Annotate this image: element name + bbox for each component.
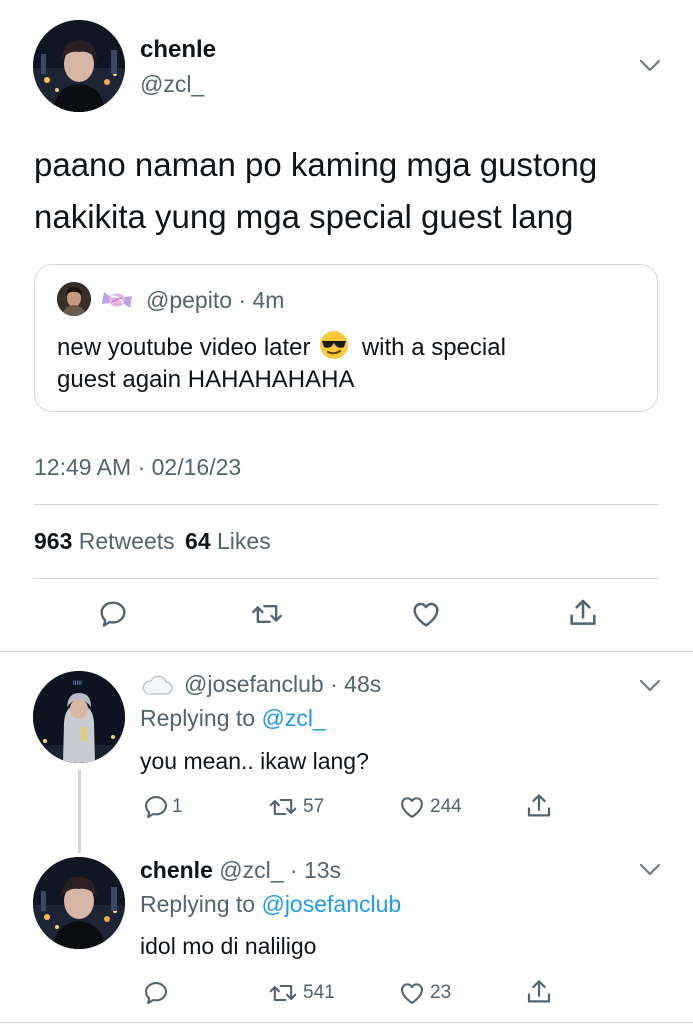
reply-meta: @josefanclub · 48s: [184, 671, 382, 697]
reply-like-count: 23: [430, 982, 452, 1004]
chevron-down-icon[interactable]: [638, 58, 662, 74]
divider: [34, 578, 659, 579]
author-display-name[interactable]: chenle: [140, 36, 216, 64]
divider: [0, 651, 693, 652]
quoted-time: 4m: [252, 287, 285, 313]
reply-handle[interactable]: @josefanclub: [184, 671, 324, 697]
quoted-meta: @pepito · 4m: [146, 287, 285, 313]
replying-to: Replying to @zcl_: [140, 705, 326, 732]
candy-icon: [100, 286, 134, 314]
quoted-text-part-2: with a special: [361, 334, 506, 361]
replying-to-label: Replying to: [140, 891, 256, 917]
reply-like-count: 244: [430, 796, 462, 818]
retweet-icon[interactable]: [267, 979, 299, 1007]
tweet-text-line-2: nakikita yung mga special guest lang: [34, 198, 574, 235]
replying-to-label: Replying to: [140, 705, 256, 731]
replying-to: Replying to @josefanclub: [140, 891, 401, 918]
reply-text: idol mo di naliligo: [140, 933, 317, 959]
like-count[interactable]: 64: [185, 528, 211, 554]
reply-action-like[interactable]: 23: [397, 979, 451, 1007]
avatar[interactable]: [33, 20, 125, 112]
reply-retweet-count: 57: [303, 796, 325, 818]
tweet-date: 02/16/23: [151, 454, 242, 480]
like-icon[interactable]: [397, 979, 427, 1007]
likes-label[interactable]: Likes: [217, 528, 271, 554]
retweets-label[interactable]: Retweets: [79, 528, 175, 554]
reply-action-reply[interactable]: 1: [142, 793, 183, 821]
chevron-down-icon[interactable]: [638, 862, 662, 878]
reply-retweet-count: 541: [303, 982, 335, 1004]
reply-icon[interactable]: [142, 793, 170, 821]
divider: [0, 1022, 693, 1023]
share-icon[interactable]: [566, 596, 600, 630]
reply-reply-count: 1: [172, 796, 183, 818]
reply-action-retweet[interactable]: 57: [267, 793, 324, 821]
share-icon[interactable]: [524, 791, 554, 821]
replying-to-handle[interactable]: @josefanclub: [261, 891, 401, 917]
share-icon[interactable]: [524, 977, 554, 1007]
reply-display-name[interactable]: chenle: [140, 857, 213, 883]
quoted-text-part-1: new youtube video later: [57, 334, 311, 361]
reply-text: you mean.. ikaw lang?: [140, 748, 369, 774]
author-handle[interactable]: @zcl_: [140, 71, 204, 98]
reply-author: chenle @zcl_ · 13s: [140, 857, 342, 883]
quoted-handle[interactable]: @pepito: [146, 287, 232, 313]
reply-time: 13s: [303, 857, 342, 883]
reply-avatar[interactable]: IIIII: [33, 671, 125, 763]
quoted-text-line-2: guest again HAHAHAHAHA: [57, 366, 355, 393]
svg-text:IIIII: IIIII: [73, 680, 82, 687]
retweet-icon[interactable]: [250, 598, 284, 630]
like-icon[interactable]: [397, 793, 427, 821]
retweet-icon[interactable]: [267, 793, 299, 821]
reply-action-reply[interactable]: [142, 979, 170, 1007]
replying-to-handle[interactable]: @zcl_: [261, 705, 325, 731]
chevron-down-icon[interactable]: [638, 678, 662, 694]
tweet-time: 12:49 AM: [34, 454, 132, 480]
quoted-avatar: [57, 282, 91, 316]
reply-action-retweet[interactable]: 541: [267, 979, 335, 1007]
reply-handle[interactable]: @zcl_: [219, 857, 283, 883]
reply-time: 48s: [344, 671, 382, 697]
reply-action-like[interactable]: 244: [397, 793, 462, 821]
reply-icon[interactable]: [97, 598, 129, 630]
engagement-stats: 963 Retweets 64 Likes: [34, 528, 271, 555]
cloud-icon: [140, 673, 174, 697]
thread-line: [78, 770, 81, 853]
tweet-text-line-1: paano naman po kaming mga gustong: [34, 146, 598, 183]
sunglasses-emoji-icon: [319, 330, 349, 360]
divider: [34, 504, 659, 505]
like-icon[interactable]: [409, 598, 443, 630]
quoted-text-line-1: new youtube video later with a special: [57, 330, 506, 362]
reply-avatar[interactable]: [33, 857, 125, 949]
reply-icon[interactable]: [142, 979, 170, 1007]
retweet-count[interactable]: 963: [34, 528, 72, 554]
tweet-timestamp: 12:49 AM · 02/16/23: [34, 454, 242, 480]
